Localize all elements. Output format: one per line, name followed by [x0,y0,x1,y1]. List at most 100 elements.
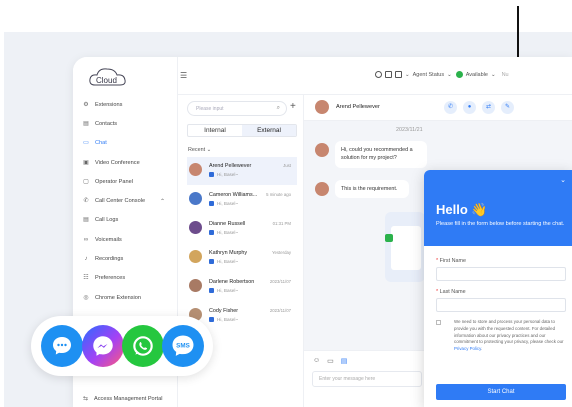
timestamp: 5 minute ago [266,192,291,197]
sidebar-item-preferences[interactable]: ☷ Preferences [83,269,175,288]
timestamp: Just [283,163,291,168]
agent-status-dropdown[interactable]: Agent Status [413,72,445,78]
messenger-chat-icon[interactable] [41,325,83,367]
chrome-icon: ◎ [83,294,89,301]
messenger-icon[interactable] [82,325,124,367]
message-bubble: Hi, could you recommended a solution for… [335,141,427,168]
phone-icon[interactable]: ✆ [444,101,457,114]
tab-internal[interactable]: Internal [188,125,242,136]
template-icon[interactable]: ▤ [341,357,348,365]
topbar: ☰ ⌄ Agent Status ⌄ Available ⌄ Nu [178,57,572,95]
whatsapp-icon[interactable] [122,325,164,367]
attachment-preview[interactable] [385,212,425,282]
last-name-label-text: Last Name [439,289,466,295]
user-icon[interactable]: ● [463,101,476,114]
available-status-icon [455,71,463,78]
facebook-icon [209,172,214,177]
avatar [189,163,202,176]
chevron-down-icon: ⌄ [206,147,212,153]
sidebar-item-contacts[interactable]: ▤ Contacts [83,114,175,133]
consent-checkbox[interactable] [436,320,441,325]
avatar [189,279,202,292]
conversation-actions: ✆ ● ⇄ ✎ [444,101,520,114]
message-preview: Hi, Basel~ [209,317,238,322]
sidebar-item-video-conference[interactable]: ▣ Video Conference [83,153,175,172]
transfer-icon[interactable]: ⇄ [482,101,495,114]
sidebar-item-voicemails[interactable]: ∞ Voicemails [83,230,175,249]
sidebar-item-operator-panel[interactable]: ▢ Operator Panel [83,172,175,191]
preview-text: Hi, Basel~ [217,230,239,235]
avatar [315,182,329,196]
avatar [189,250,202,263]
preferences-icon: ☷ [83,275,89,282]
add-chat-button[interactable]: + [290,101,296,112]
folder-icon[interactable]: ▭ [327,357,334,365]
facebook-icon [209,288,214,293]
availability-dropdown[interactable]: Available [466,72,488,78]
sidebar-item-call-logs[interactable]: ▤ Call Logs [83,211,175,230]
chat-widget: ⌄ Hello 👋 Please fill in the form below … [424,170,572,407]
sidebar-item-call-center-console[interactable]: ✆ Call Center Console ⌃ [83,191,175,210]
sidebar-item-label: Chat [95,140,107,147]
first-name-label-text: First Name [439,258,466,264]
list-item[interactable]: Arend Pellewever Just Hi, Basel~ [187,157,297,185]
sidebar-item-label: Voicemails [95,236,122,243]
chevron-down-icon: ⌄ [405,71,410,78]
contact-name: Dianne Russell [209,221,246,227]
preview-text: Hi, Basel~ [217,201,239,206]
list-item[interactable]: Dianne Russell 01:31 PM Hi, Basel~ [187,215,297,243]
attachment-badge-icon [385,234,393,242]
sidebar-item-extensions[interactable]: ⚙ Extensions [83,95,175,114]
avatar [315,143,329,157]
list-item[interactable]: Darlene Robertson 2023/11/07 Hi, Basel~ [187,273,297,301]
note-icon[interactable]: ✎ [501,101,514,114]
search-input[interactable]: Please input ⌕ [187,101,287,116]
svg-text:Cloud: Cloud [96,76,117,85]
monitor-icon[interactable] [395,71,402,78]
contact-name: Kathryn Murphy [209,250,248,256]
chevron-down-icon[interactable]: ⌄ [560,176,566,184]
sidebar-item-label: Chrome Extension [95,294,142,301]
sms-icon[interactable]: SMS [162,325,204,367]
calendar-icon[interactable] [385,71,392,78]
extensions-icon: ⚙ [83,101,89,108]
contacts-icon: ▤ [83,120,89,127]
sidebar-item-recordings[interactable]: ♪ Recordings [83,249,175,268]
tab-external[interactable]: External [242,125,296,136]
chat-icon: ▭ [83,140,89,147]
contact-name: Arend Pellewever [336,104,380,110]
topbar-status: ⌄ Agent Status ⌄ Available ⌄ Nu [375,71,509,78]
chevron-up-icon: ⌃ [159,198,165,205]
recent-filter[interactable]: Recent ⌄ [188,147,211,153]
list-item[interactable]: Cameron Williams... 5 minute ago Hi, Basel… [187,186,297,214]
facebook-icon [209,259,214,264]
help-icon[interactable] [375,71,382,78]
composer-tools: ☺ ▭ ▤ [313,357,354,365]
message-preview: Hi, Basel~ [209,288,238,293]
sidebar-item-access-management[interactable]: ⇆ Access Management Portal [83,395,162,403]
contact-name: Arend Pellewever [209,163,252,169]
consent-body: We need to store and process your person… [454,319,564,345]
last-name-field[interactable] [436,298,566,312]
sidebar-item-chrome-extension[interactable]: ◎ Chrome Extension [83,288,175,307]
sidebar-item-chat[interactable]: ▭ Chat [83,134,175,153]
contact-name: Darlene Robertson [209,279,255,285]
first-name-field[interactable] [436,267,566,281]
start-chat-button[interactable]: Start Chat [436,384,566,400]
timestamp: 2023/11/07 [269,279,291,284]
channel-icons: SMS [31,316,213,376]
search-placeholder: Please input [196,106,224,112]
list-item[interactable]: Kathryn Murphy Yesterday Hi, Basel~ [187,244,297,272]
avatar [189,192,202,205]
cloud-logo: Cloud [89,68,126,86]
privacy-policy-link[interactable]: Privacy Policy [454,346,481,351]
message-input[interactable]: Enter your message here [312,371,422,387]
facebook-icon [209,317,214,322]
sidebar-nav: ⚙ Extensions ▤ Contacts ▭ Chat ▣ Video Confe… [83,95,175,307]
video-icon: ▣ [83,159,89,166]
menu-toggle-icon[interactable]: ☰ [180,71,187,80]
search-icon[interactable]: ⌕ [277,105,280,112]
sidebar-item-label: Contacts [95,120,118,127]
emoji-icon[interactable]: ☺ [313,357,320,365]
sidebar-item-label: Call Logs [95,217,119,224]
